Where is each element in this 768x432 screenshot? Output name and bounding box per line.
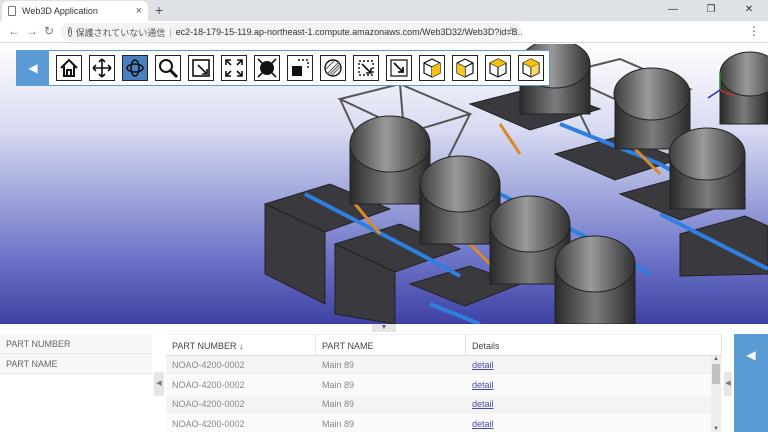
table-row[interactable]: NOAO-4200-0002 Main 89 detail: [166, 356, 722, 376]
scroll-down-icon[interactable]: ▼: [711, 426, 721, 432]
filter-panel: PART NUMBER PART NAME: [0, 334, 152, 432]
column-part-name[interactable]: PART NAME: [316, 335, 466, 355]
viewer-toolbar: ◀: [16, 50, 550, 86]
browser-menu-icon[interactable]: ⋮: [748, 24, 760, 38]
measure-point-icon[interactable]: [386, 55, 412, 81]
address-bar-row: ← → ↻ i 保護されていない通信 | ec2-18-179-15-119.a…: [0, 21, 768, 43]
toolbar-collapse-button[interactable]: ◀: [17, 51, 49, 85]
view-iso-2-icon[interactable]: [452, 55, 478, 81]
column-details[interactable]: Details: [466, 335, 722, 355]
axis-triad-icon: [707, 72, 735, 99]
cell-part-name: Main 89: [322, 399, 355, 409]
view-iso-1-icon[interactable]: [419, 55, 445, 81]
scroll-up-icon[interactable]: ▲: [711, 356, 721, 362]
cell-part-name: Main 89: [322, 379, 355, 390]
new-tab-button[interactable]: +: [155, 2, 163, 18]
info-icon[interactable]: i: [68, 27, 72, 37]
telescope-model-scene: [263, 44, 768, 324]
hide-part-icon[interactable]: [287, 55, 313, 81]
right-panel-handle[interactable]: ◀: [724, 372, 732, 396]
pan-icon[interactable]: [89, 55, 115, 81]
detail-link[interactable]: detail: [472, 399, 494, 409]
table-scrollbar[interactable]: ▲ ▼: [711, 356, 721, 432]
url-text: ec2-18-179-15-119.ap-northeast-1.compute…: [175, 27, 522, 37]
tab-title: Web3D Application: [22, 6, 98, 16]
view-iso-3-icon[interactable]: [485, 55, 511, 81]
home-icon[interactable]: [56, 55, 82, 81]
zoom-window-icon[interactable]: [188, 55, 214, 81]
window-controls: — ❐ ✕: [654, 0, 768, 21]
cell-part-number: NOAO-4200-0002: [172, 360, 245, 370]
zoom-icon[interactable]: [155, 55, 181, 81]
bookmark-star-icon[interactable]: ☆: [506, 25, 516, 38]
rotate-icon[interactable]: [122, 55, 148, 81]
restore-button[interactable]: ❐: [692, 0, 730, 21]
parts-table: PART NUMBER ↓ PART NAME Details NOAO-420…: [166, 334, 722, 432]
security-status: 保護されていない通信: [75, 27, 166, 38]
cell-part-name: Main 89: [322, 360, 355, 370]
table-row[interactable]: NOAO-4200-0002 Main 89 detail: [166, 414, 722, 432]
minimize-button[interactable]: —: [654, 0, 692, 21]
filter-part-number[interactable]: PART NUMBER: [0, 334, 152, 354]
cell-part-name: Main 89: [322, 418, 355, 429]
close-window-button[interactable]: ✕: [730, 0, 768, 21]
table-row[interactable]: NOAO-4200-0002 Main 89 detail: [166, 375, 722, 395]
browser-tab[interactable]: Web3D Application ×: [2, 1, 148, 21]
parts-panel: PART NUMBER PART NAME ◀ PART NUMBER ↓ PA…: [0, 332, 768, 432]
fit-all-icon[interactable]: [221, 55, 247, 81]
3d-viewport[interactable]: ◀: [0, 44, 768, 324]
cell-details: detail: [466, 356, 722, 375]
url-bar[interactable]: i 保護されていない通信 | ec2-18-179-15-119.ap-nort…: [60, 23, 522, 41]
reload-icon[interactable]: ↻: [44, 24, 54, 38]
viewport-split-handle[interactable]: ▼: [372, 324, 396, 332]
scrollbar-thumb[interactable]: [712, 364, 720, 384]
cell-details: detail: [466, 395, 722, 414]
section-icon[interactable]: [320, 55, 346, 81]
column-part-number[interactable]: PART NUMBER ↓: [166, 335, 316, 355]
detail-link[interactable]: detail: [472, 419, 494, 429]
table-body: NOAO-4200-0002 Main 89 detail NOAO-4200-…: [166, 356, 722, 432]
filter-collapse-handle[interactable]: ◀: [154, 372, 164, 396]
cell-details: detail: [466, 415, 722, 432]
select-mode-icon[interactable]: [254, 55, 280, 81]
cell-part-number: NOAO-4200-0002: [172, 379, 245, 390]
right-panel-expand-button[interactable]: ◀: [734, 334, 768, 432]
table-row[interactable]: NOAO-4200-0002 Main 89 detail: [166, 395, 722, 415]
filter-part-name[interactable]: PART NAME: [0, 354, 152, 374]
url-separator: |: [169, 27, 172, 37]
measure-box-icon[interactable]: [353, 55, 379, 81]
tab-close-icon[interactable]: ×: [136, 5, 142, 17]
detail-link[interactable]: detail: [472, 380, 494, 390]
table-header: PART NUMBER ↓ PART NAME Details: [166, 334, 722, 356]
back-arrow-icon[interactable]: ←: [8, 24, 20, 38]
cell-part-number: NOAO-4200-0002: [172, 418, 245, 429]
detail-link[interactable]: detail: [472, 360, 494, 370]
cell-part-number: NOAO-4200-0002: [172, 399, 245, 409]
forward-arrow-icon[interactable]: →: [26, 24, 38, 38]
cell-details: detail: [466, 376, 722, 395]
view-iso-4-icon[interactable]: [518, 55, 544, 81]
browser-tab-bar: Web3D Application × + — ❐ ✕: [0, 0, 768, 21]
document-icon: [8, 6, 16, 16]
